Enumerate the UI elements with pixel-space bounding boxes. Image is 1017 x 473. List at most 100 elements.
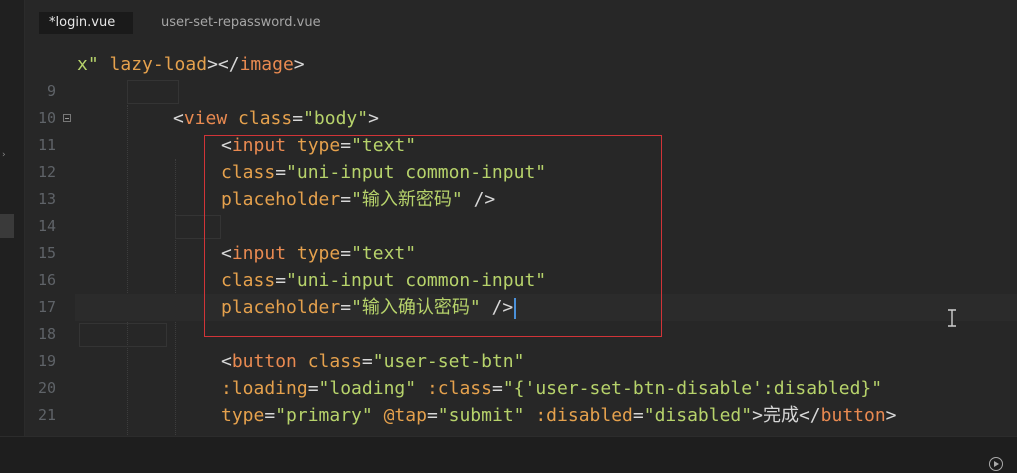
code-text: <input type="text" — [221, 132, 416, 159]
code-line[interactable]: 9 — [25, 78, 1017, 105]
code-line[interactable]: 11 <input type="text" — [25, 132, 1017, 159]
code-line[interactable]: 21 type="primary" @tap="submit" :disabled… — [25, 402, 1017, 429]
code-line[interactable]: 16 class="uni-input common-input" — [25, 267, 1017, 294]
code-token: "loading" — [318, 378, 417, 399]
code-token: /> — [480, 297, 514, 318]
code-token: > — [752, 405, 763, 426]
code-token: input — [231, 135, 287, 156]
code-token: < — [173, 108, 184, 129]
code-token: x" — [77, 54, 99, 75]
code-token: view — [183, 108, 228, 129]
code-token: = — [340, 297, 352, 318]
code-token: = — [491, 378, 503, 399]
code-token: > — [885, 405, 897, 426]
status-bar — [0, 436, 1017, 473]
code-token: "{'user-set-btn-disable':disabled}" — [502, 378, 883, 399]
code-token: type — [296, 135, 341, 156]
line-number: 20 — [37, 379, 56, 397]
code-token: = — [292, 108, 304, 129]
code-token: "submit" — [437, 405, 525, 426]
code-token: > — [368, 108, 379, 129]
line-number: 18 — [37, 325, 56, 343]
text-cursor-icon — [948, 309, 956, 327]
code-token: 完成 — [762, 405, 799, 426]
line-number: 16 — [37, 271, 56, 289]
code-text: <input type="text" — [221, 240, 416, 267]
code-token: :class — [426, 378, 492, 399]
code-token: "text" — [351, 243, 417, 264]
left-panel-strip: › — [0, 0, 25, 436]
whitespace-indicator — [175, 215, 221, 239]
fold-toggle-icon[interactable] — [63, 114, 71, 122]
tab-user-set-repassword-vue[interactable]: user-set-repassword.vue — [151, 12, 331, 34]
panel-arrow-icon[interactable]: › — [2, 150, 6, 160]
code-token: < — [221, 135, 232, 156]
code-token: type — [221, 405, 265, 426]
play-circle-icon[interactable] — [989, 457, 1003, 471]
code-token: placeholder — [221, 297, 341, 318]
code-token: < — [221, 351, 232, 372]
code-token: lazy-load — [109, 54, 208, 75]
code-token: ></ — [207, 54, 240, 75]
code-line[interactable]: 14 — [25, 213, 1017, 240]
code-text: <button class="user-set-btn" — [221, 348, 524, 375]
code-token: class — [238, 108, 293, 129]
code-line[interactable]: 15 <input type="text" — [25, 240, 1017, 267]
code-token: = — [275, 270, 287, 291]
code-token: </ — [798, 405, 821, 426]
panel-active-marker — [0, 214, 14, 238]
code-text: class="uni-input common-input" — [221, 267, 546, 294]
code-token: /> — [462, 189, 496, 210]
code-token: "uni-input common-input" — [286, 270, 547, 291]
line-number: 13 — [37, 190, 56, 208]
code-token: = — [632, 405, 644, 426]
code-token: image — [239, 54, 294, 75]
code-editor[interactable]: x" lazy-load></image> 9 10 <view class="bod… — [25, 51, 1017, 473]
code-text: class="uni-input common-input" — [221, 159, 546, 186]
code-token: = — [275, 162, 287, 183]
code-token: = — [426, 405, 438, 426]
code-line[interactable]: 17 placeholder="输入确认密码" /> — [25, 294, 1017, 321]
code-token: :disabled — [535, 405, 633, 426]
code-token: "输入新密码" — [351, 189, 463, 210]
code-line[interactable]: 18 — [25, 321, 1017, 348]
code-line[interactable]: 10 <view class="body"> — [25, 105, 1017, 132]
line-number: 11 — [37, 136, 56, 154]
code-text: :loading="loading" :class="{'user-set-bt… — [221, 375, 882, 402]
line-number: 17 — [37, 298, 56, 316]
code-text: type="primary" @tap="submit" :disabled="… — [221, 402, 897, 429]
tab-bar: *login.vue user-set-repassword.vue — [25, 0, 1017, 46]
line-number: 9 — [46, 82, 56, 100]
code-token: placeholder — [221, 189, 341, 210]
tab-login-vue[interactable]: *login.vue — [39, 12, 133, 34]
code-text: placeholder="输入新密码" /> — [221, 186, 495, 213]
line-number: 10 — [37, 109, 56, 127]
code-token: @tap — [383, 405, 427, 426]
code-line[interactable]: 20:loading="loading" :class="{'user-set-… — [25, 375, 1017, 402]
code-token: "uni-input common-input" — [286, 162, 547, 183]
line-number: 21 — [37, 406, 56, 424]
code-token: = — [340, 135, 352, 156]
code-line[interactable]: 13 placeholder="输入新密码" /> — [25, 186, 1017, 213]
code-token: "user-set-btn" — [372, 351, 525, 372]
code-token: button — [231, 351, 297, 372]
code-line[interactable]: 12 class="uni-input common-input" — [25, 159, 1017, 186]
code-token: = — [307, 378, 319, 399]
code-token: "text" — [351, 135, 417, 156]
text-caret — [514, 297, 517, 319]
code-token: input — [231, 243, 287, 264]
code-text: <view class="body"> — [173, 105, 379, 132]
code-token: class — [221, 270, 276, 291]
code-line[interactable]: x" lazy-load></image> — [25, 51, 1017, 78]
code-line[interactable]: 19 <button class="user-set-btn" — [25, 348, 1017, 375]
code-token: :loading — [221, 378, 308, 399]
code-token: class — [307, 351, 362, 372]
line-number: 12 — [37, 163, 56, 181]
whitespace-indicator — [79, 323, 167, 347]
code-token: type — [296, 243, 341, 264]
code-token: = — [361, 351, 373, 372]
